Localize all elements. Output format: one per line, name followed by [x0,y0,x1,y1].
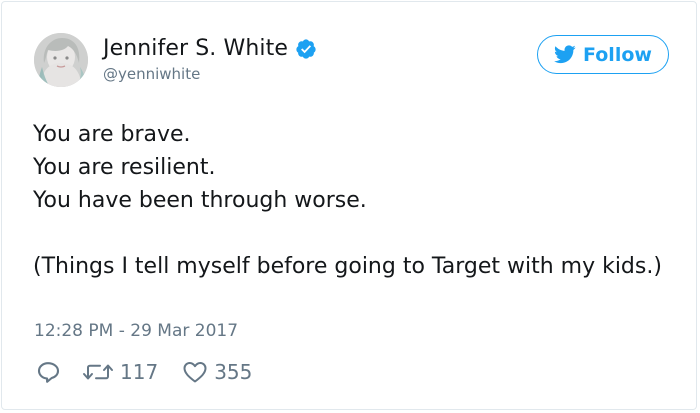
retweet-button[interactable]: 117 [82,360,158,384]
tweet-text: You are brave. You are resilient. You ha… [33,118,673,283]
retweet-arrows-icon [82,360,114,384]
display-name[interactable]: Jennifer S. White [103,35,288,63]
reply-bubble-icon [36,360,60,384]
user-handle[interactable]: @yenniwhite [103,64,200,84]
tweet-line: You are brave. [33,122,191,147]
tweet-line: You have been through worse. [33,188,367,213]
reply-button[interactable] [36,360,60,384]
verified-badge-icon [295,38,317,60]
twitter-bird-icon [554,45,576,64]
tweet-actions: 117 355 [36,358,252,386]
retweet-count: 117 [120,360,159,384]
user-name-row: Jennifer S. White [103,35,317,63]
tweet-timestamp[interactable]: 12:28 PM - 29 Mar 2017 [34,319,238,343]
tweet-line-break [33,217,673,250]
like-count: 355 [214,360,253,384]
tweet-card: Jennifer S. White @yenniwhite Follow You… [1,1,697,410]
tweet-line: You are resilient. [33,155,216,180]
like-button[interactable]: 355 [182,360,252,384]
tweet-line: (Things I tell myself before going to Ta… [33,254,662,279]
follow-label: Follow [583,43,652,66]
heart-icon [182,360,208,384]
avatar[interactable] [34,33,88,87]
follow-button[interactable]: Follow [537,35,669,74]
